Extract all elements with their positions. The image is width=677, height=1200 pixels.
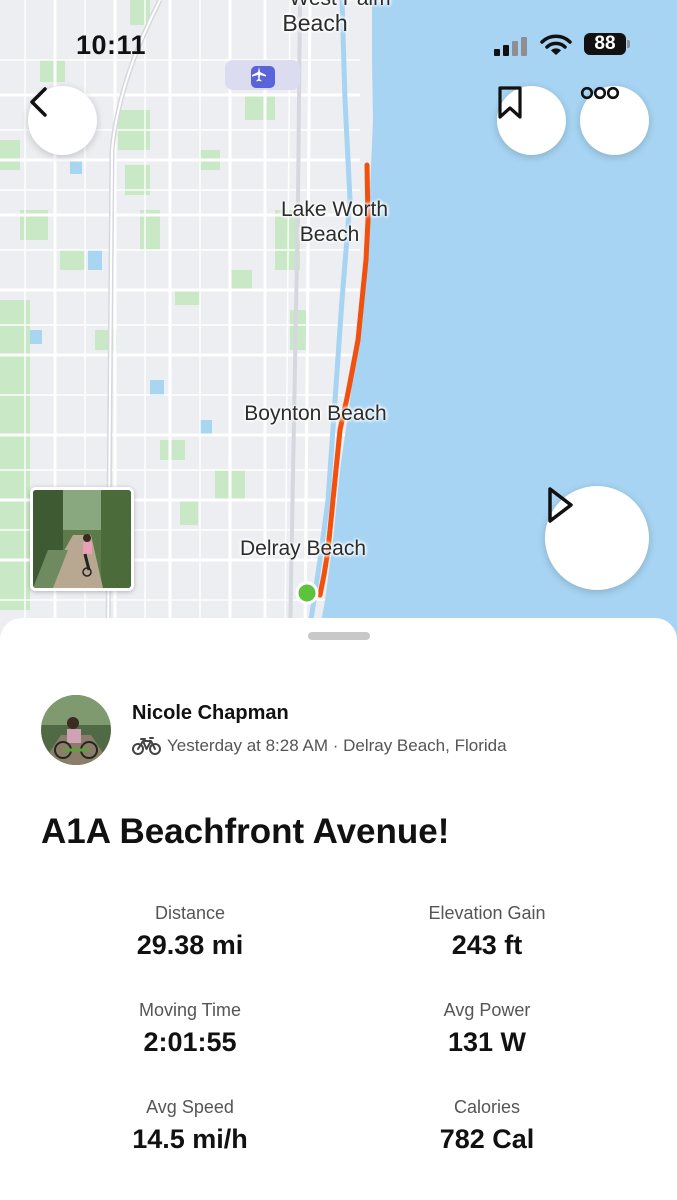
stat-elevation-gain: Elevation Gain 243 ft [337,903,637,961]
activity-detail-sheet[interactable]: Nicole Chapman Yesterday at 8:28 AM · De… [0,618,677,1200]
stat-avg-speed: Avg Speed 14.5 mi/h [40,1097,340,1155]
bookmark-button[interactable] [497,86,566,155]
stat-label: Avg Speed [146,1097,234,1117]
bookmark-icon [498,86,522,119]
sheet-drag-handle[interactable] [308,632,370,640]
stat-moving-time: Moving Time 2:01:55 [40,1000,340,1058]
more-dots-icon [580,86,620,100]
stat-value: 782 Cal [439,1124,535,1154]
stat-avg-power: Avg Power 131 W [337,1000,637,1058]
stat-label: Distance [154,903,226,923]
activity-date-location: Yesterday at 8:28 AM · Delray Beach, Flo… [167,736,507,755]
back-button[interactable] [28,86,97,155]
stat-label: Moving Time [138,1000,242,1020]
stat-label: Elevation Gain [428,903,546,923]
map-label-delray-beach: Delray Beach [239,537,367,560]
stat-value: 29.38 mi [136,930,244,960]
stat-value: 14.5 mi/h [132,1124,248,1154]
start-marker [295,581,319,605]
activity-photo-thumbnail[interactable] [30,487,134,591]
stat-calories: Calories 782 Cal [337,1097,637,1155]
map-label-lake-worth: Lake Worth Beach [281,198,388,246]
play-flyover-button[interactable] [545,486,649,590]
activity-title: A1A Beachfront Avenue! [41,812,450,851]
avatar[interactable] [41,695,111,765]
bike-icon [132,737,161,755]
battery-level: 88 [594,33,616,54]
map-label-boynton-beach: Boynton Beach [244,402,387,425]
play-icon [548,487,573,523]
stat-label: Avg Power [443,1000,531,1020]
wifi-icon [540,34,572,55]
stat-value: 2:01:55 [143,1027,237,1057]
stat-value: 243 ft [451,930,523,960]
status-time: 10:11 [76,30,147,60]
airport-icon [251,66,275,88]
more-options-button[interactable] [580,86,649,155]
stat-label: Calories [453,1097,521,1117]
activity-meta: Yesterday at 8:28 AM · Delray Beach, Flo… [132,736,507,756]
back-chevron-icon [30,87,47,117]
battery-icon: 88 [584,33,626,55]
signal-icon [494,36,530,56]
stat-value: 131 W [447,1027,527,1057]
status-bar: 10:11 88 [0,28,677,68]
stat-distance: Distance 29.38 mi [40,903,340,961]
route-map[interactable]: West Palm Beach Lake Worth Beach Boynton… [0,0,677,640]
athlete-name[interactable]: Nicole Chapman [132,702,289,725]
